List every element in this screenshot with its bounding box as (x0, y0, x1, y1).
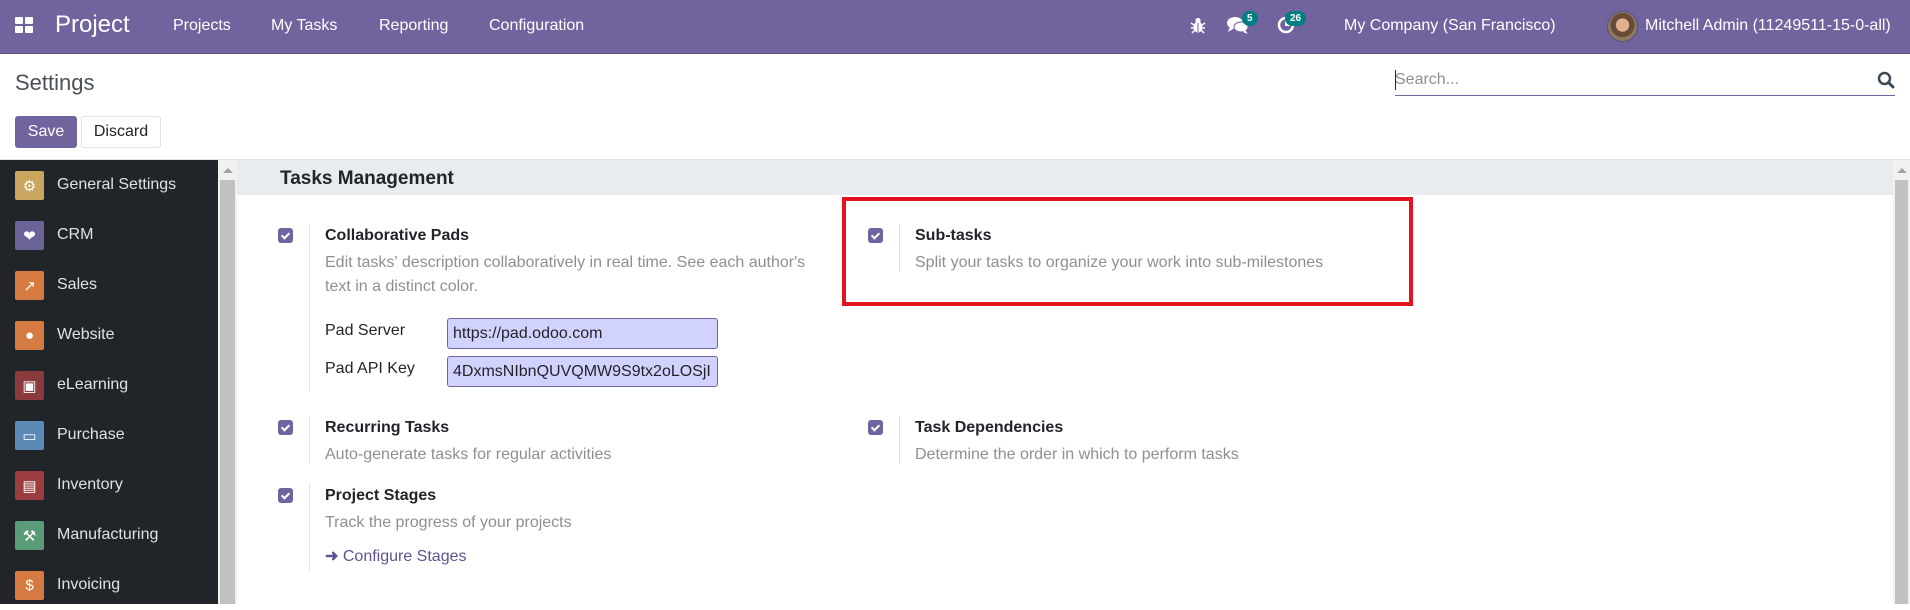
setting-divider (309, 224, 310, 392)
setting-task-dependencies: Task Dependencies Determine the order in… (868, 416, 1368, 470)
app-brand[interactable]: Project (55, 11, 130, 39)
sidebar-item-purchase[interactable]: ▭ Purchase (0, 410, 218, 460)
settings-sidebar: ⚙ General Settings ❤ CRM ↗ Sales ● Website ▣ eLea… (0, 160, 218, 604)
pad-api-key-input[interactable] (447, 356, 718, 387)
invoice-dollar-icon: $ (15, 571, 44, 600)
scrollbar-thumb[interactable] (1895, 180, 1908, 604)
sidebar-item-general-settings[interactable]: ⚙ General Settings (0, 160, 218, 210)
setting-description: Edit tasks' description collaboratively … (325, 254, 806, 295)
setting-divider (309, 416, 310, 464)
setting-project-stages: Project Stages Track the progress of you… (278, 484, 818, 578)
sidebar-item-label: eLearning (57, 376, 129, 393)
sidebar-item-label: Sales (57, 276, 98, 293)
sidebar-item-label: Inventory (57, 476, 123, 493)
sidebar-item-crm[interactable]: ❤ CRM (0, 210, 218, 260)
credit-card-icon: ▭ (15, 421, 44, 450)
text-caret (1395, 70, 1396, 90)
search-bar (1395, 66, 1895, 96)
setting-title: Collaborative Pads (325, 227, 470, 244)
scrollbar-thumb[interactable] (220, 180, 235, 604)
activities-count-badge: 26 (1285, 11, 1307, 26)
scroll-up-arrow-icon[interactable] (1897, 168, 1907, 173)
menu-projects[interactable]: Projects (173, 17, 231, 35)
setting-recurring-tasks: Recurring Tasks Auto-generate tasks for … (278, 416, 818, 470)
menu-my-tasks[interactable]: My Tasks (271, 17, 337, 35)
sidebar-item-label: Invoicing (57, 576, 121, 593)
save-button[interactable]: Save (15, 116, 77, 148)
setting-description: Determine the order in which to perform … (915, 446, 1239, 463)
sidebar-item-manufacturing[interactable]: ⚒ Manufacturing (0, 510, 218, 560)
task-dependencies-checkbox[interactable] (868, 420, 883, 435)
search-input[interactable] (1395, 69, 1855, 91)
top-navbar: Project Projects My Tasks Reporting Conf… (0, 0, 1910, 54)
wrench-icon: ⚒ (15, 521, 44, 550)
pad-server-input[interactable] (447, 318, 718, 349)
scroll-up-arrow-icon[interactable] (223, 168, 233, 173)
sidebar-item-label: Manufacturing (57, 526, 159, 543)
sidebar-item-elearning[interactable]: ▣ eLearning (0, 360, 218, 410)
globe-icon: ● (15, 321, 44, 350)
sidebar-item-sales[interactable]: ↗ Sales (0, 260, 218, 310)
content-scrollbar[interactable] (1893, 160, 1910, 604)
setting-divider (899, 224, 900, 272)
sidebar-item-label: CRM (57, 226, 94, 243)
section-title: Tasks Management (280, 168, 454, 189)
setting-title: Task Dependencies (915, 419, 1064, 436)
presentation-icon: ▣ (15, 371, 44, 400)
setting-sub-tasks: Sub-tasks Split your tasks to organize y… (868, 224, 1368, 278)
setting-description: Split your tasks to organize your work i… (915, 254, 1324, 271)
discard-button[interactable]: Discard (81, 116, 161, 148)
collaborative-pads-checkbox[interactable] (278, 228, 293, 243)
setting-title: Recurring Tasks (325, 419, 450, 436)
setting-divider (309, 484, 310, 570)
apps-grid-icon[interactable] (15, 17, 34, 34)
recurring-tasks-checkbox[interactable] (278, 420, 293, 435)
handshake-icon: ❤ (15, 221, 44, 250)
setting-description: Track the progress of your projects (325, 514, 572, 531)
bug-icon[interactable] (1190, 16, 1206, 39)
messages-count-badge: 5 (1242, 11, 1258, 26)
pad-api-key-label: Pad API Key (325, 360, 415, 377)
pad-server-label: Pad Server (325, 322, 406, 339)
sidebar-item-inventory[interactable]: ▤ Inventory (0, 460, 218, 510)
setting-divider (899, 416, 900, 464)
setting-description: Auto-generate tasks for regular activiti… (325, 446, 612, 463)
arrow-right-icon: ➜ (325, 548, 339, 565)
gear-icon: ⚙ (15, 171, 44, 200)
setting-title: Sub-tasks (915, 227, 992, 244)
menu-configuration[interactable]: Configuration (489, 17, 584, 35)
page-title: Settings (15, 70, 95, 95)
project-stages-checkbox[interactable] (278, 488, 293, 503)
sidebar-item-website[interactable]: ● Website (0, 310, 218, 360)
sidebar-item-label: Purchase (57, 426, 125, 443)
sidebar-item-label: General Settings (57, 176, 177, 193)
user-avatar[interactable] (1607, 11, 1638, 42)
company-switcher[interactable]: My Company (San Francisco) (1344, 17, 1556, 35)
setting-collaborative-pads: Collaborative Pads Edit tasks' descripti… (278, 224, 818, 392)
user-menu[interactable]: Mitchell Admin (11249511-15-0-all) (1645, 17, 1891, 35)
sidebar-item-label: Website (57, 326, 115, 343)
sidebar-scrollbar[interactable] (218, 160, 237, 604)
chart-line-icon: ↗ (15, 271, 44, 300)
menu-reporting[interactable]: Reporting (379, 17, 448, 35)
sidebar-item-invoicing[interactable]: $ Invoicing (0, 560, 218, 610)
box-icon: ▤ (15, 471, 44, 500)
setting-title: Project Stages (325, 487, 437, 504)
search-icon[interactable] (1877, 71, 1895, 89)
sub-tasks-checkbox[interactable] (868, 228, 883, 243)
section-header: Tasks Management (237, 160, 1897, 195)
configure-stages-label: Configure Stages (342, 548, 467, 565)
configure-stages-link[interactable]: ➜ Configure Stages (325, 546, 467, 566)
